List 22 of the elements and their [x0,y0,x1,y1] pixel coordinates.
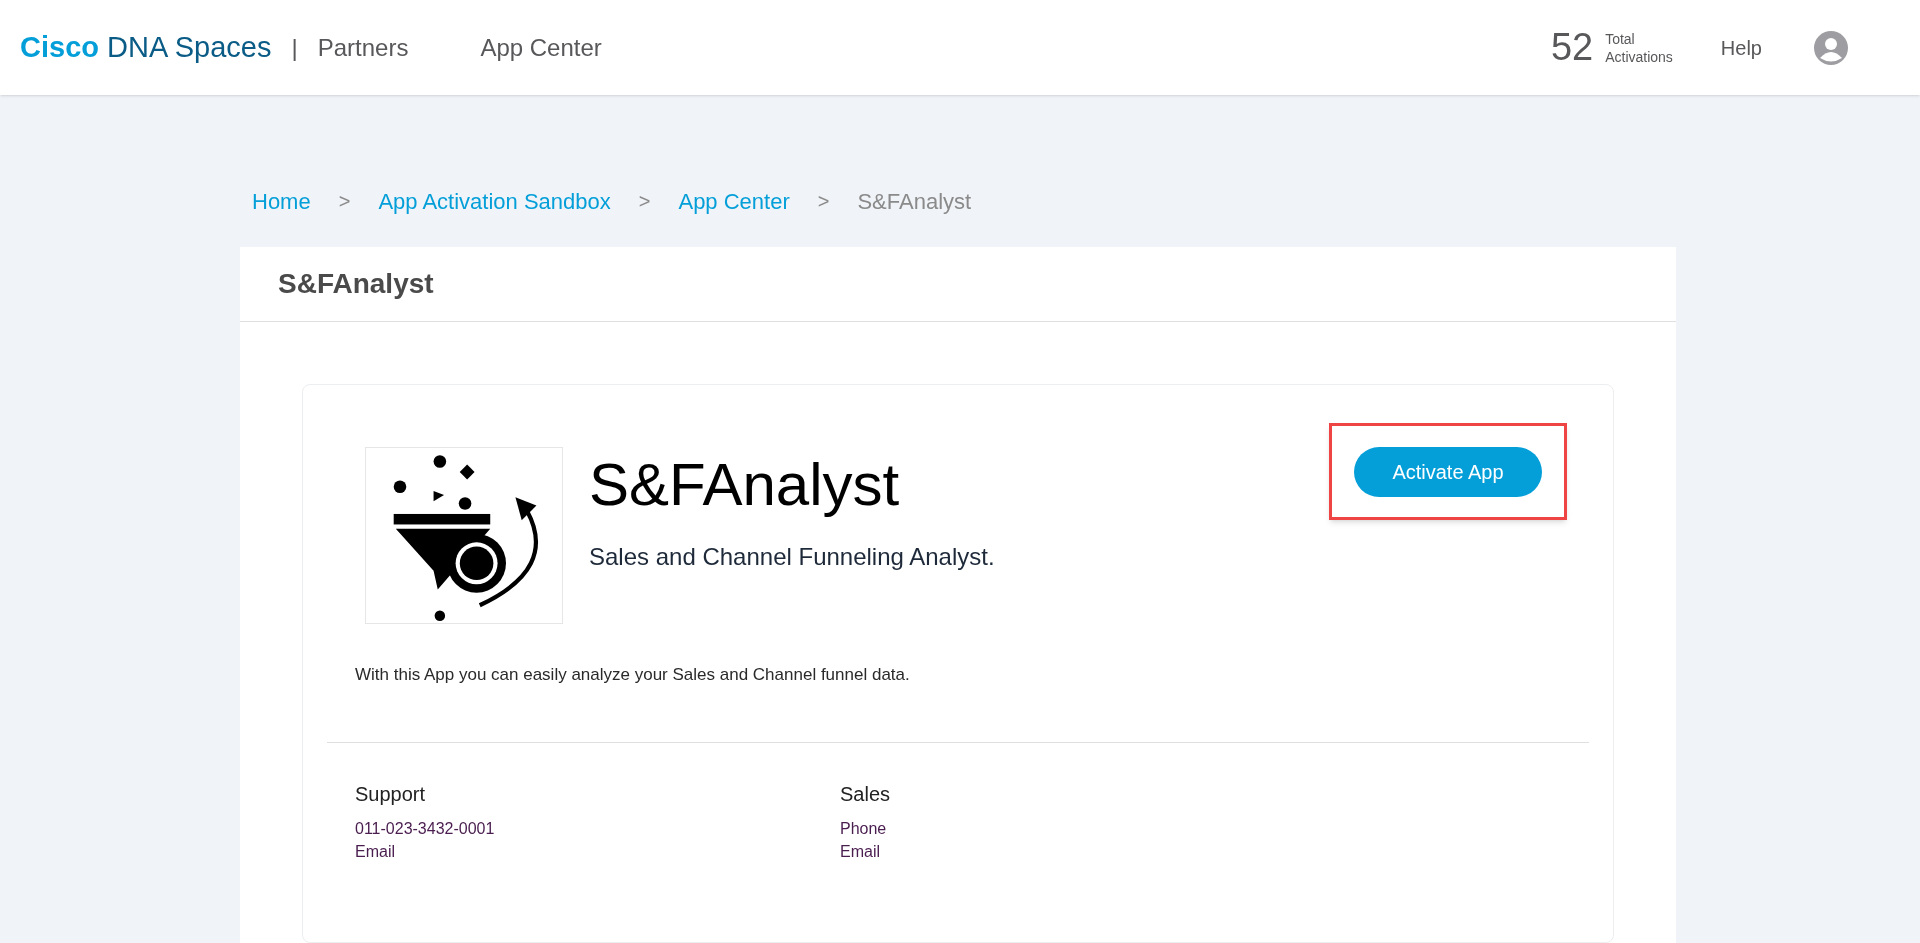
brand-logo[interactable]: Cisco DNA Spaces [20,25,272,70]
breadcrumb-current-page: S&FAnalyst [857,187,972,216]
user-avatar-icon[interactable] [1814,30,1848,65]
contact-heading: Sales [840,781,892,807]
app-tagline: Sales and Channel Funneling Analyst. [589,542,995,572]
activations-label: Total Activations [1605,29,1673,66]
breadcrumb-separator: > [817,189,830,214]
activations-count: 52 [1550,25,1594,70]
contact-link[interactable]: Email [355,839,840,863]
brand-separator: | [291,32,298,63]
breadcrumb-separator: > [338,189,351,214]
contact-heading: Support [355,781,427,807]
contact-link[interactable]: 011-023-3432-0001 [355,816,840,840]
contact-link[interactable]: Email [840,839,1325,863]
app-name: S&FAnalyst [589,450,901,520]
breadcrumb-separator: > [638,189,651,214]
contact-link[interactable]: Phone [840,816,1325,840]
panel-title: S&FAnalyst [278,267,434,301]
help-link[interactable]: Help [1720,32,1762,63]
app-description: With this App you can easily analyze your Sales and Channel funnel data. [355,664,911,686]
partners-label: Partners [317,32,409,63]
app-center-link[interactable]: App Center [480,29,602,66]
